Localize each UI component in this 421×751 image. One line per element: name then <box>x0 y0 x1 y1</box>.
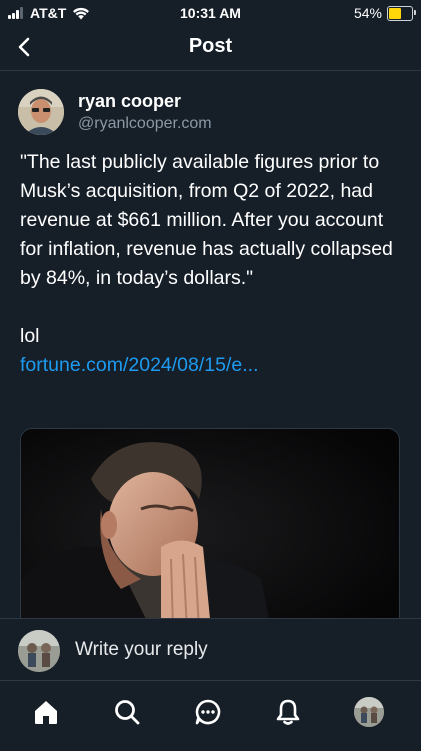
reply-avatar <box>18 630 60 672</box>
tab-bar <box>0 680 421 751</box>
tab-chat[interactable] <box>188 695 228 729</box>
author-name[interactable]: ryan cooper <box>78 91 181 112</box>
bell-icon <box>276 699 300 725</box>
tab-notifications[interactable] <box>268 695 308 729</box>
battery-icon <box>387 5 416 21</box>
home-icon <box>35 701 57 724</box>
link-preview-image[interactable] <box>20 428 400 628</box>
reply-input[interactable]: Write your reply <box>75 639 208 661</box>
search-icon <box>115 700 140 725</box>
news-photo <box>21 429 399 628</box>
author-avatar[interactable] <box>18 89 64 135</box>
post-body: "The last publicly available figures pri… <box>20 148 404 380</box>
page-title: Post <box>188 35 233 57</box>
tab-home[interactable] <box>26 695 66 729</box>
post-quote-text: "The last publicly available figures pri… <box>20 151 393 289</box>
post-author[interactable]: ryan cooper @ryanlcooper.com <box>18 89 408 137</box>
nav-header: Post <box>0 26 421 71</box>
post-text-tail: lol <box>20 325 40 347</box>
battery-fill <box>389 7 401 19</box>
post-link[interactable]: fortune.com/2024/08/15/e... <box>20 351 259 380</box>
reply-composer: Write your reply <box>0 618 421 681</box>
chat-icon <box>195 699 221 725</box>
battery-percent: 54% <box>353 5 382 21</box>
tab-profile[interactable] <box>349 695 389 729</box>
status-bar: AT&T 10:31 AM 54% <box>0 0 421 26</box>
profile-avatar <box>354 697 384 727</box>
author-handle[interactable]: @ryanlcooper.com <box>78 115 212 133</box>
status-bar-right: 54% <box>353 4 416 22</box>
tab-search[interactable] <box>107 695 147 729</box>
